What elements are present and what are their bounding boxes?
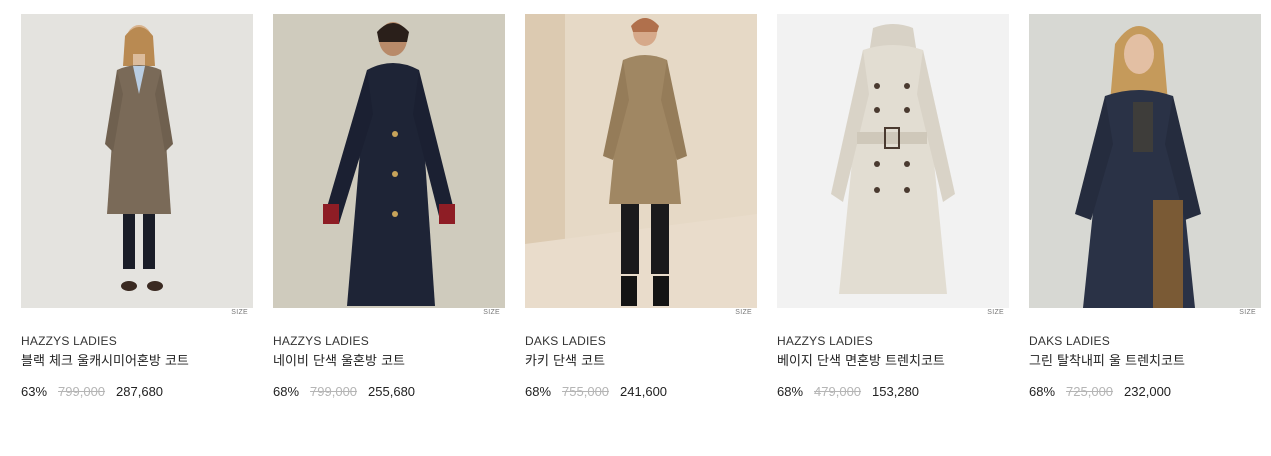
size-link[interactable]: SIZE — [987, 309, 1004, 316]
discount-rate: 63% — [21, 384, 48, 399]
product-name[interactable]: 베이지 단색 면혼방 트렌치코트 — [777, 354, 1009, 370]
product-card[interactable]: SIZE DAKS LADIES 카키 단색 코트 68% 755,000 24… — [525, 14, 757, 400]
product-brand[interactable]: HAZZYS LADIES — [273, 334, 505, 348]
price-row: 68% 479,000 153,280 — [777, 384, 1009, 400]
sale-price: 287,680 — [116, 384, 164, 399]
discount-rate: 68% — [525, 384, 552, 399]
product-card[interactable]: SIZE HAZZYS LADIES 베이지 단색 면혼방 트렌치코트 68% … — [777, 14, 1009, 400]
original-price: 799,000 — [58, 384, 106, 399]
product-card[interactable]: SIZE DAKS LADIES 그린 탈착내피 울 트렌치코트 68% 725… — [1029, 14, 1261, 400]
product-brand[interactable]: HAZZYS LADIES — [777, 334, 1009, 348]
original-price: 799,000 — [310, 384, 358, 399]
price-row: 68% 799,000 255,680 — [273, 384, 505, 400]
product-image[interactable] — [273, 14, 505, 308]
product-image[interactable] — [777, 14, 1009, 308]
discount-rate: 68% — [273, 384, 300, 399]
sale-price: 241,600 — [620, 384, 668, 399]
product-name[interactable]: 그린 탈착내피 울 트렌치코트 — [1029, 354, 1261, 370]
size-link[interactable]: SIZE — [231, 309, 248, 316]
product-card[interactable]: SIZE HAZZYS LADIES 블랙 체크 울캐시미어혼방 코트 63% … — [21, 14, 253, 400]
product-brand[interactable]: HAZZYS LADIES — [21, 334, 253, 348]
product-brand[interactable]: DAKS LADIES — [525, 334, 757, 348]
product-brand[interactable]: DAKS LADIES — [1029, 334, 1261, 348]
product-name[interactable]: 카키 단색 코트 — [525, 354, 757, 370]
discount-rate: 68% — [777, 384, 804, 399]
price-row: 68% 755,000 241,600 — [525, 384, 757, 400]
size-link[interactable]: SIZE — [1239, 309, 1256, 316]
size-link[interactable]: SIZE — [483, 309, 500, 316]
sale-price: 232,000 — [1124, 384, 1172, 399]
discount-rate: 68% — [1029, 384, 1056, 399]
original-price: 725,000 — [1066, 384, 1114, 399]
product-name[interactable]: 네이비 단색 울혼방 코트 — [273, 354, 505, 370]
price-row: 63% 799,000 287,680 — [21, 384, 253, 400]
product-image[interactable] — [1029, 14, 1261, 308]
price-row: 68% 725,000 232,000 — [1029, 384, 1261, 400]
sale-price: 255,680 — [368, 384, 416, 399]
product-card[interactable]: SIZE HAZZYS LADIES 네이비 단색 울혼방 코트 68% 799… — [273, 14, 505, 400]
sale-price: 153,280 — [872, 384, 920, 399]
product-grid: SIZE HAZZYS LADIES 블랙 체크 울캐시미어혼방 코트 63% … — [21, 14, 1261, 400]
product-image[interactable] — [525, 14, 757, 308]
product-name[interactable]: 블랙 체크 울캐시미어혼방 코트 — [21, 354, 253, 370]
size-link[interactable]: SIZE — [735, 309, 752, 316]
original-price: 479,000 — [814, 384, 862, 399]
original-price: 755,000 — [562, 384, 610, 399]
product-image[interactable] — [21, 14, 253, 308]
